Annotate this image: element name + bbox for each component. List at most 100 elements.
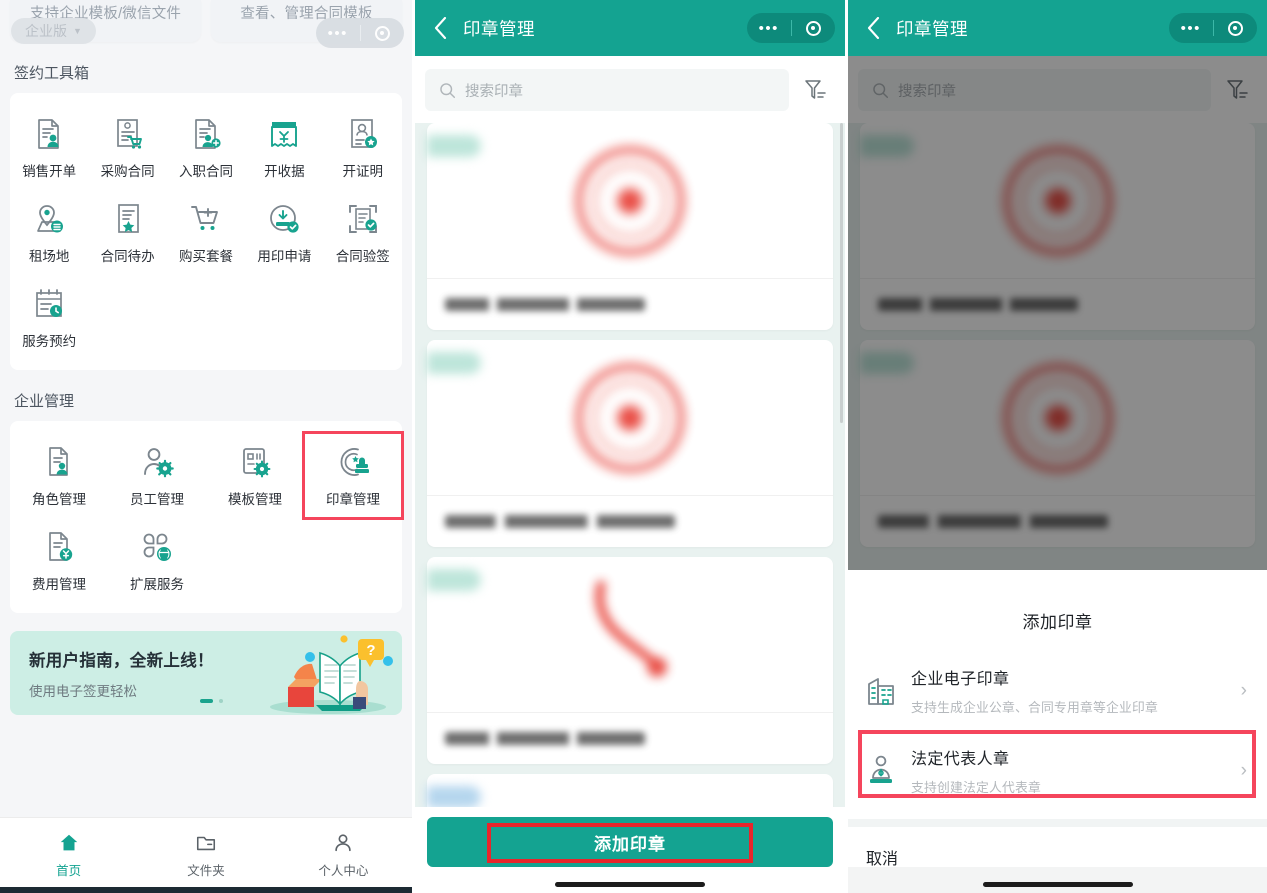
enterprise-item-fee-management[interactable]: 费用管理 xyxy=(10,518,108,603)
vertical-scrollbar[interactable] xyxy=(840,123,843,423)
add-seal-button-label: 添加印章 xyxy=(594,834,666,854)
tool-item-employment-contract[interactable]: 入职合同 xyxy=(167,105,245,190)
seal-preview xyxy=(427,123,833,278)
home-panel: 支持企业模板/微信文件 查看、管理合同模板 企业版 ▼ ••• 签约工具箱 销售… xyxy=(0,0,412,893)
tool-item-contract-todo[interactable]: 合同待办 xyxy=(88,190,166,275)
add-seal-button[interactable]: 添加印章 xyxy=(427,817,833,867)
template-gear-icon xyxy=(243,448,271,478)
filter-icon[interactable] xyxy=(795,69,835,111)
tab-home[interactable]: 首页 xyxy=(0,818,137,893)
chevron-left-icon[interactable] xyxy=(427,15,453,41)
seal-name-row xyxy=(427,278,833,330)
sheet-option-title: 企业电子印章 xyxy=(911,671,1010,688)
tool-item-purchase-contract[interactable]: 采购合同 xyxy=(88,105,166,190)
tool-label: 采购合同 xyxy=(100,164,155,179)
device-bottom-bar xyxy=(0,887,412,893)
seal-status-badge xyxy=(427,786,481,807)
seal-status-badge xyxy=(427,569,481,591)
svg-text:?: ? xyxy=(366,642,375,659)
sheet-option-desc: 支持生成企业公章、合同专用章等企业印章 xyxy=(911,700,1158,715)
enterprise-grid: 角色管理 员工管理 模板管理 印章管理 费用管理 扩展服务 xyxy=(10,421,404,613)
seal-card[interactable] xyxy=(427,774,833,807)
tool-item-certificate[interactable]: 开证明 xyxy=(324,105,402,190)
chevron-right-icon: › xyxy=(1240,759,1247,781)
enterprise-item-template-management[interactable]: 模板管理 xyxy=(206,433,304,518)
carousel-dots[interactable] xyxy=(200,699,223,703)
id-card-star-icon xyxy=(350,119,377,148)
enterprise-item-seal-management[interactable]: 印章管理 xyxy=(302,431,404,520)
tool-item-seal-apply[interactable]: 用印申请 xyxy=(245,190,323,275)
promo-banner[interactable]: 新用户指南，全新上线！ 使用电子签更轻松 ? xyxy=(10,631,402,715)
tool-item-service-booking[interactable]: 服务预约 xyxy=(10,275,88,360)
wechat-capsule[interactable]: ••• xyxy=(316,18,404,48)
sheet-option-texts: 法定代表人章 支持创建法定人代表章 xyxy=(898,745,1241,796)
tool-label: 入职合同 xyxy=(178,164,233,179)
seal-card[interactable] xyxy=(427,340,833,547)
seal-card[interactable] xyxy=(427,557,833,764)
sheet-option-enterprise-seal[interactable]: 企业电子印章 支持生成企业公章、合同专用章等企业印章 › xyxy=(848,651,1267,731)
calendar-clock-icon xyxy=(36,289,63,317)
enterprise-label: 模板管理 xyxy=(228,492,282,507)
sheet-option-title: 法定代表人章 xyxy=(911,751,1010,768)
receipt-yuan-icon xyxy=(271,122,298,147)
tab-home-label: 首页 xyxy=(56,864,82,878)
wechat-capsule[interactable]: ••• xyxy=(747,13,835,43)
more-dots-icon[interactable]: ••• xyxy=(316,26,360,41)
sheet-bottom-area xyxy=(848,867,1267,893)
seal-preview xyxy=(427,340,833,495)
target-icon[interactable] xyxy=(792,20,836,36)
round-seal-icon xyxy=(575,363,685,472)
seal-name-redacted xyxy=(445,515,675,528)
person-gear-icon xyxy=(144,448,174,478)
doc-person-add-icon xyxy=(195,119,221,149)
seal-name-row xyxy=(427,495,833,547)
target-icon[interactable] xyxy=(1214,20,1258,36)
device-home-indicator xyxy=(555,882,705,887)
enterprise-item-extensions[interactable]: 扩展服务 xyxy=(108,518,206,603)
tab-profile[interactable]: 个人中心 xyxy=(275,818,412,893)
sheet-option-desc: 支持创建法定人代表章 xyxy=(911,780,1041,795)
home-scroll-area[interactable]: 支持企业模板/微信文件 查看、管理合同模板 企业版 ▼ ••• 签约工具箱 销售… xyxy=(0,0,412,893)
tool-label: 合同待办 xyxy=(100,249,155,264)
enterprise-item-role-management[interactable]: 角色管理 xyxy=(10,433,108,518)
add-seal-action-sheet: 添加印章 企业电子印章 支持生成企业公章、合同专用章等企业印章 › 法定代表人章… xyxy=(848,570,1267,893)
seal-card-list[interactable] xyxy=(415,113,845,807)
target-icon[interactable] xyxy=(361,25,405,41)
seal-list-title: 印章管理 xyxy=(463,18,535,39)
wechat-capsule[interactable]: ••• xyxy=(1169,13,1257,43)
promo-banner-title: 新用户指南，全新上线！ xyxy=(29,651,214,670)
more-dots-icon[interactable]: ••• xyxy=(1169,21,1213,36)
doc-person-icon xyxy=(38,119,60,149)
seal-manage-icon xyxy=(340,448,369,476)
tab-folder[interactable]: 文件夹 xyxy=(137,818,274,893)
bottom-tabbar: 首页 文件夹 个人中心 xyxy=(0,817,412,893)
doc-scan-check-icon xyxy=(348,205,377,233)
tool-item-buy-package[interactable]: 购买套餐 xyxy=(167,190,245,275)
doc-star-icon xyxy=(117,204,139,233)
tool-item-receipt[interactable]: 开收据 xyxy=(245,105,323,190)
tool-label: 服务预约 xyxy=(22,334,77,349)
modal-overlay[interactable] xyxy=(848,56,1267,570)
sheet-option-legal-person-seal[interactable]: 法定代表人章 支持创建法定人代表章 › xyxy=(848,731,1267,811)
seal-list-panel: 印章管理 ••• 搜索印章 添加印章 xyxy=(415,0,845,893)
edition-label: 企业版 xyxy=(25,23,67,39)
section-title-enterprise: 企业管理 xyxy=(14,393,75,410)
chevron-left-icon[interactable] xyxy=(860,15,886,41)
tool-item-sales-invoice[interactable]: 销售开单 xyxy=(10,105,88,190)
seal-preview xyxy=(427,774,833,807)
more-dots-icon[interactable]: ••• xyxy=(747,21,791,36)
tool-item-contract-verify[interactable]: 合同验签 xyxy=(324,190,402,275)
edition-selector[interactable]: 企业版 ▼ xyxy=(11,18,96,44)
tool-item-venue-rental[interactable]: 租场地 xyxy=(10,190,88,275)
tool-label: 租场地 xyxy=(28,249,70,264)
search-input[interactable]: 搜索印章 xyxy=(425,69,789,111)
seal-card[interactable] xyxy=(427,123,833,330)
extensions-icon xyxy=(143,533,172,562)
enterprise-item-staff-management[interactable]: 员工管理 xyxy=(108,433,206,518)
seal-name-redacted xyxy=(445,732,645,745)
search-icon xyxy=(440,82,456,98)
folder-icon xyxy=(196,836,216,851)
stamp-check-icon xyxy=(270,205,299,233)
sheet-navbar-title: 印章管理 xyxy=(896,18,968,39)
round-seal-icon xyxy=(575,146,685,255)
